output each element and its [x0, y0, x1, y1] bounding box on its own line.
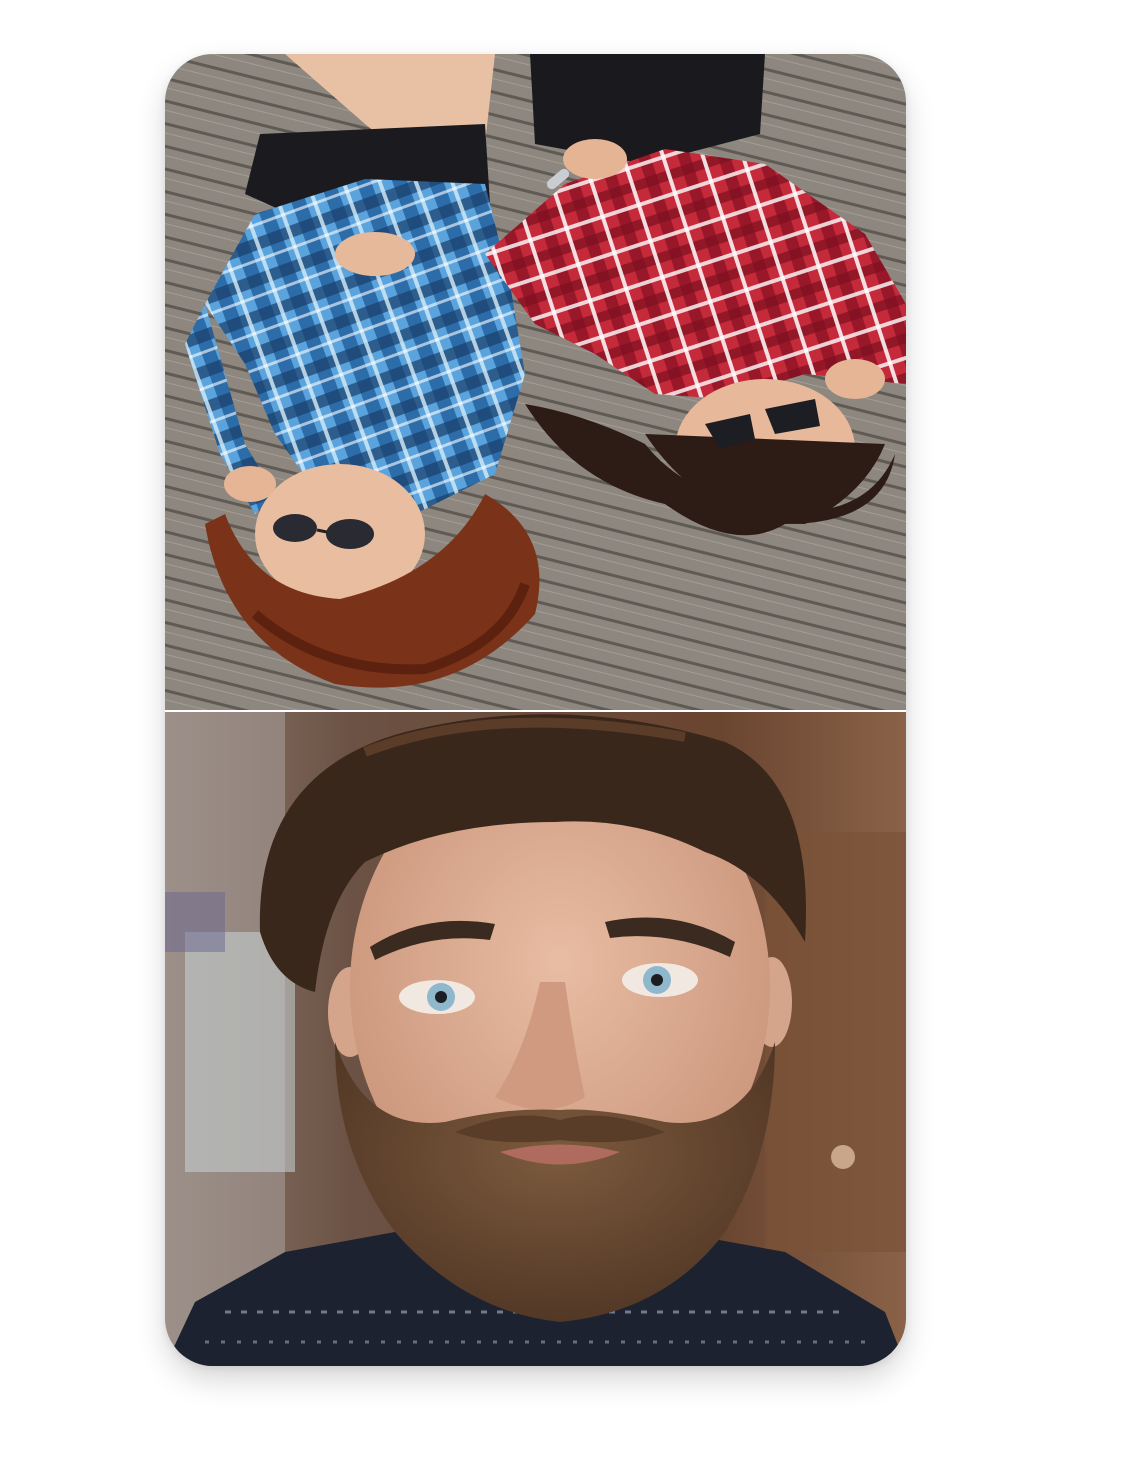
friends-photo-image — [165, 54, 906, 710]
bearded-man-photo-image — [165, 712, 906, 1366]
photo-bottom-bearded-man[interactable] — [165, 712, 906, 1366]
photo-top-friends[interactable] — [165, 54, 906, 710]
photo-card — [165, 54, 906, 1366]
